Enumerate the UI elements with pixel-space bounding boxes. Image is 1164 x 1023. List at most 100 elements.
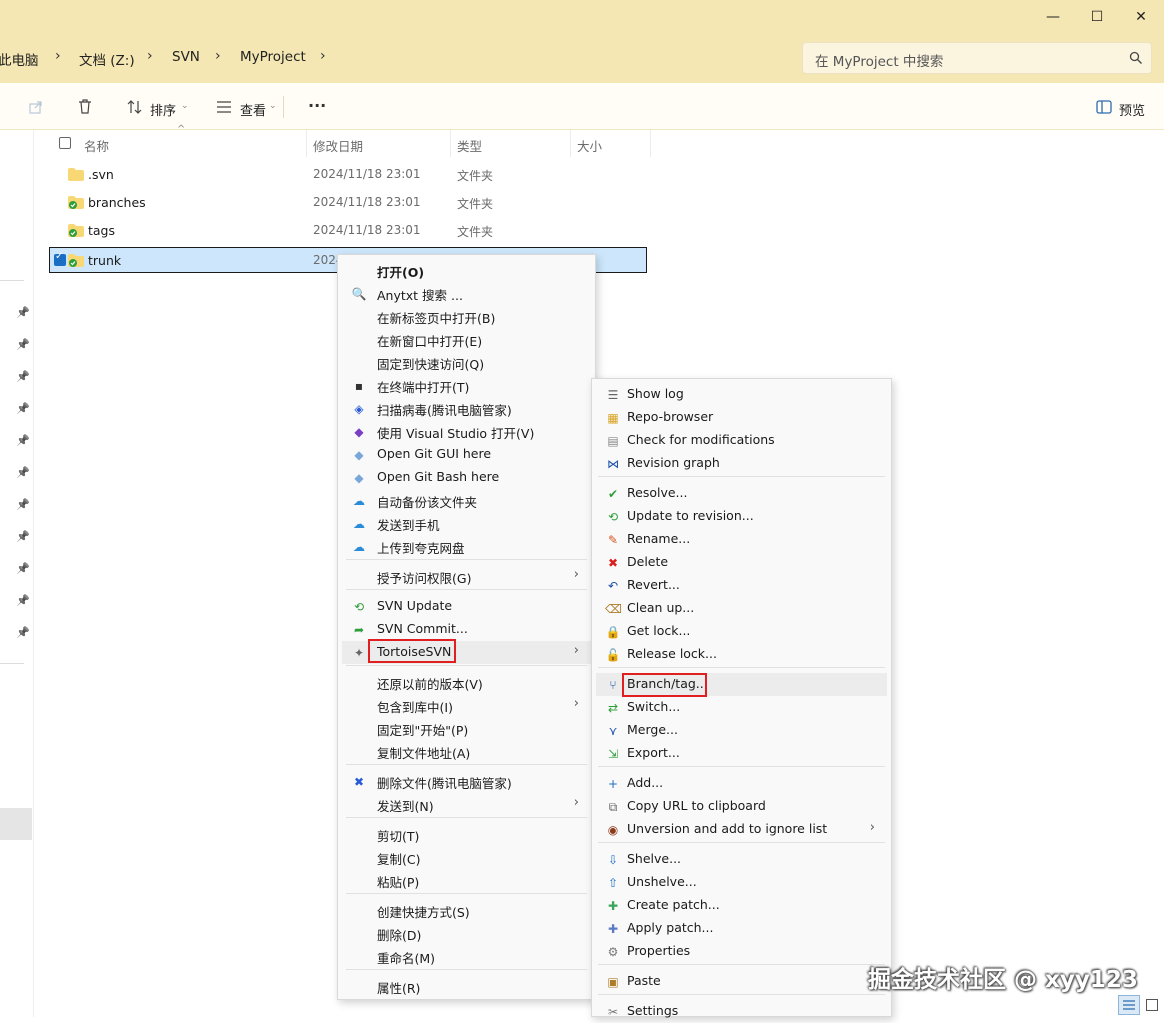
svn-menu-item-create-patch[interactable]: ✚ Create patch... <box>596 894 887 917</box>
pin-icon[interactable]: 📌 <box>16 306 30 319</box>
svn-menu-item-copy-url-to-clipboard[interactable]: ⧉ Copy URL to clipboard <box>596 795 887 818</box>
preview-pane-icon[interactable] <box>1096 100 1112 114</box>
close-button[interactable]: ✕ <box>1118 0 1164 33</box>
column-divider[interactable] <box>570 130 571 157</box>
minimize-button[interactable]: — <box>1030 0 1076 33</box>
context-menu-item-19[interactable]: 固定到"开始"(P) <box>342 717 591 740</box>
more-options-button[interactable]: ··· <box>308 96 326 115</box>
svn-menu-item-revision-graph[interactable]: ⋈ Revision graph <box>596 452 887 475</box>
svn-menu-item-resolve[interactable]: ✔ Resolve... <box>596 482 887 505</box>
svn-menu-item-show-log[interactable]: ☰ Show log <box>596 383 887 406</box>
file-row-svn[interactable]: .svn 2024/11/18 23:01 文件夹 <box>50 162 646 188</box>
svn-menu-item-settings[interactable]: ✂ Settings <box>596 1000 887 1023</box>
svn-menu-item-properties[interactable]: ⚙ Properties <box>596 940 887 963</box>
context-menu-item-2[interactable]: 在新标签页中打开(B) <box>342 305 591 328</box>
svn-menu-item-delete[interactable]: ✖ Delete <box>596 551 887 574</box>
context-menu-item-4[interactable]: 固定到快速访问(Q) <box>342 351 591 374</box>
context-menu-item-10[interactable]: ☁ 自动备份该文件夹 <box>342 489 591 512</box>
context-menu-item-7[interactable]: ◆ 使用 Visual Studio 打开(V) <box>342 420 591 443</box>
context-menu-item-12[interactable]: ☁ 上传到夸克网盘 <box>342 535 591 558</box>
context-menu-item-5[interactable]: ▪ 在终端中打开(T) <box>342 374 591 397</box>
svn-menu-item-export[interactable]: ⇲ Export... <box>596 742 887 765</box>
context-menu-item-25[interactable]: 粘贴(P) <box>342 869 591 892</box>
view-button[interactable]: 查看 <box>240 100 266 119</box>
context-menu-item-0[interactable]: 打开(O) <box>342 259 591 282</box>
column-header-type[interactable]: 类型 <box>457 136 482 155</box>
column-header-size[interactable]: 大小 <box>577 136 602 155</box>
context-menu-item-24[interactable]: 复制(C) <box>342 846 591 869</box>
pin-icon[interactable]: 📌 <box>16 434 30 447</box>
svn-menu-item-get-lock[interactable]: 🔒 Get lock... <box>596 620 887 643</box>
breadcrumb-separator[interactable]: › <box>55 48 61 64</box>
svn-menu-item-release-lock[interactable]: 🔓 Release lock... <box>596 643 887 666</box>
breadcrumb-item-myproject[interactable]: MyProject <box>240 49 306 65</box>
breadcrumb-separator[interactable]: › <box>215 48 221 64</box>
preview-button[interactable]: 预览 <box>1119 100 1145 119</box>
pin-icon[interactable]: 📌 <box>16 402 30 415</box>
pin-icon[interactable]: 📌 <box>16 466 30 479</box>
context-menu-item-3[interactable]: 在新窗口中打开(E) <box>342 328 591 351</box>
context-menu-item-11[interactable]: ☁ 发送到手机 <box>342 512 591 535</box>
context-menu-item-8[interactable]: ◆ Open Git GUI here <box>342 443 591 466</box>
search-input[interactable]: 在 MyProject 中搜索 <box>802 42 1152 74</box>
pin-icon[interactable]: 📌 <box>16 530 30 543</box>
breadcrumb-item-svn[interactable]: SVN <box>172 49 200 65</box>
svn-menu-item-unversion-and-add-to-ignore-list[interactable]: ◉ Unversion and add to ignore list › <box>596 818 887 841</box>
svn-menu-item-repo-browser[interactable]: ▦ Repo-browser <box>596 406 887 429</box>
context-menu-item-27[interactable]: 删除(D) <box>342 922 591 945</box>
svn-menu-item-rename[interactable]: ✎ Rename... <box>596 528 887 551</box>
svn-menu-item-shelve[interactable]: ⇩ Shelve... <box>596 848 887 871</box>
sort-icon[interactable] <box>127 99 143 115</box>
file-row-tags[interactable]: tags 2024/11/18 23:01 文件夹 <box>50 218 646 244</box>
svn-menu-item-paste[interactable]: ▣ Paste <box>596 970 887 993</box>
column-divider[interactable] <box>306 130 307 157</box>
pin-icon[interactable]: 📌 <box>16 626 30 639</box>
context-menu-item-28[interactable]: 重命名(M) <box>342 945 591 968</box>
pin-icon[interactable]: 📌 <box>16 594 30 607</box>
context-menu-item-1[interactable]: 🔍 Anytxt 搜索 ... <box>342 282 591 305</box>
breadcrumb-separator[interactable]: › <box>147 48 153 64</box>
svn-menu-item-revert[interactable]: ↶ Revert... <box>596 574 887 597</box>
breadcrumb-item-this-pc[interactable]: 此电脑 <box>0 49 39 69</box>
pin-icon[interactable]: 📌 <box>16 498 30 511</box>
breadcrumb-item-drive[interactable]: 文档 (Z:) <box>79 49 135 69</box>
context-menu-item-14[interactable]: ⟲ SVN Update <box>342 595 591 618</box>
svn-menu-item-unshelve[interactable]: ⇧ Unshelve... <box>596 871 887 894</box>
select-all-checkbox[interactable] <box>59 137 71 149</box>
context-menu-item-20[interactable]: 复制文件地址(A) <box>342 740 591 763</box>
sort-button[interactable]: 排序 <box>150 100 176 119</box>
column-divider[interactable] <box>450 130 451 157</box>
tiles-view-icon[interactable] <box>1146 999 1158 1011</box>
chevron-down-icon[interactable]: ⌄ <box>181 101 189 111</box>
svn-menu-item-switch[interactable]: ⇄ Switch... <box>596 696 887 719</box>
svn-menu-item-update-to-revision[interactable]: ⟲ Update to revision... <box>596 505 887 528</box>
svn-menu-item-clean-up[interactable]: ⌫ Clean up... <box>596 597 887 620</box>
column-divider[interactable] <box>650 130 651 157</box>
context-menu-item-15[interactable]: ➦ SVN Commit... <box>342 618 591 641</box>
svn-menu-item-apply-patch[interactable]: ✚ Apply patch... <box>596 917 887 940</box>
file-row-branches[interactable]: branches 2024/11/18 23:01 文件夹 <box>50 190 646 216</box>
context-menu-item-17[interactable]: 还原以前的版本(V) <box>342 671 591 694</box>
svn-menu-item-check-for-modifications[interactable]: ▤ Check for modifications <box>596 429 887 452</box>
context-menu-item-13[interactable]: 授予访问权限(G) › <box>342 565 591 588</box>
context-menu-item-23[interactable]: 剪切(T) <box>342 823 591 846</box>
nav-item-selected[interactable] <box>0 808 32 840</box>
pin-icon[interactable]: 📌 <box>16 562 30 575</box>
column-header-modified[interactable]: 修改日期 <box>313 136 363 155</box>
pin-icon[interactable]: 📌 <box>16 338 30 351</box>
maximize-button[interactable]: ☐ <box>1074 0 1120 33</box>
context-menu-item-6[interactable]: ◈ 扫描病毒(腾讯电脑管家) <box>342 397 591 420</box>
context-menu-item-22[interactable]: 发送到(N) › <box>342 793 591 816</box>
svn-menu-item-merge[interactable]: ⋎ Merge... <box>596 719 887 742</box>
context-menu-item-9[interactable]: ◆ Open Git Bash here <box>342 466 591 489</box>
context-menu-item-18[interactable]: 包含到库中(I) › <box>342 694 591 717</box>
share-icon[interactable] <box>28 99 44 115</box>
column-header-name[interactable]: 名称 <box>84 136 109 155</box>
context-menu-item-21[interactable]: ✖ 删除文件(腾讯电脑管家) <box>342 770 591 793</box>
context-menu-item-29[interactable]: 属性(R) <box>342 975 591 998</box>
pin-icon[interactable]: 📌 <box>16 370 30 383</box>
delete-icon[interactable] <box>77 98 93 115</box>
svn-menu-item-add[interactable]: + Add... <box>596 772 887 795</box>
context-menu-item-26[interactable]: 创建快捷方式(S) <box>342 899 591 922</box>
view-icon[interactable] <box>216 100 232 114</box>
